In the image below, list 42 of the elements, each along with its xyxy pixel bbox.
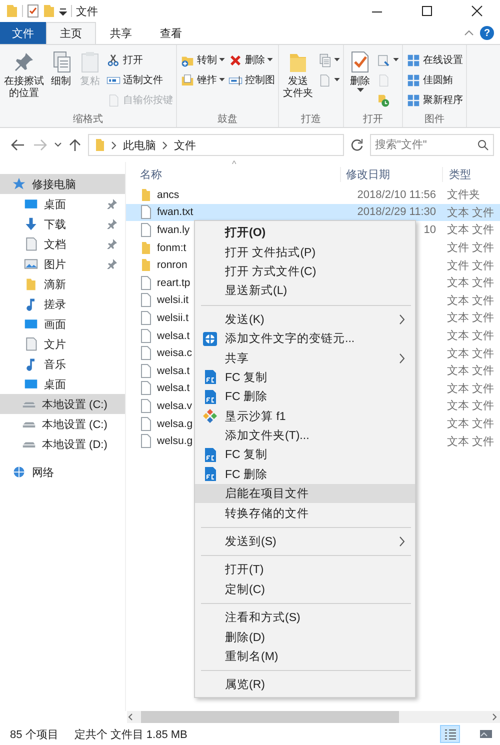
file-type: 文本 文件 [447,346,494,361]
file-date: 2018/2/10 11:56 [357,188,436,201]
selection-info: 定共个 文件目 1.85 MB [74,728,188,742]
file-name: welsu.g [157,435,193,448]
file-name: fwan.ly [157,224,190,236]
file-type: 文本 文件 [447,328,494,344]
file-name: welsa.t [157,382,190,394]
file-name: welsa.g [157,418,193,430]
file-date: 10 [424,224,436,236]
file-type: 文件夹 [447,188,480,202]
file-type: 文本 文件 [447,222,494,238]
file-name: fwan.txt [157,206,194,218]
file-type: 文件 文件 [447,240,494,256]
file-name: reart.tp [157,276,190,289]
file-type: 文本 文件 [447,364,494,378]
file-name: weisa.c [157,347,192,360]
file-name: ronron [157,259,188,272]
file-name: welsa.v [157,400,192,412]
file-type: 文本 文件 [447,382,494,396]
file-date: 2018/2/29 11:30 [357,206,436,218]
group-label: 图件 [424,113,446,127]
group-label: 打开 [362,112,384,127]
file-name: welsi.it [157,294,189,306]
group-label: 鼓盘 [216,112,238,127]
file-type: 文件 文件 [447,258,494,273]
item-count: 85 个项目 [10,728,58,742]
file-name: fonm:t [157,242,186,254]
file-name: welsa.t [157,364,190,377]
file-name: welsii.t [157,312,189,324]
file-type: 文本 文件 [447,434,494,449]
file-name: welsa.t [157,330,190,342]
group-label: 缩格式 [72,112,104,127]
file-type: 文本 文件 [447,294,494,308]
window-title: 文件 [76,4,98,18]
file-type: 文本 文件 [447,416,494,432]
group-label: 打造 [300,112,322,127]
file-type: 文本 文件 [447,206,494,220]
file-type: 文本 文件 [447,276,494,290]
file-name: ancs [157,188,180,201]
file-type: 文本 文件 [447,398,494,414]
sort-indicator: ^ [232,159,236,169]
file-type: 文本 文件 [447,310,494,326]
